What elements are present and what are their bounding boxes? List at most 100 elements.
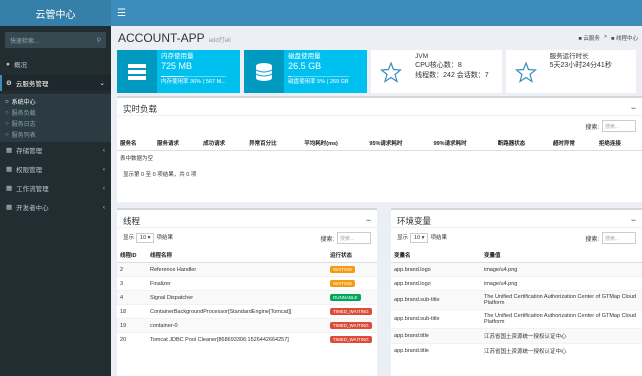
env-value: image/u4.png: [481, 276, 642, 291]
star-icon: [506, 50, 546, 93]
sidebar-item-overview[interactable]: ● 概况: [0, 56, 111, 72]
column-header[interactable]: 平均耗时(ms): [301, 136, 367, 151]
memory-stat-box: 内存使用量 725 MB 内存使用率 36% ( 567 M...: [117, 50, 241, 93]
panel-header: 环境变量 −: [391, 210, 642, 228]
column-header[interactable]: 变量名: [391, 248, 481, 263]
sidebar-item-label: 云服务管理: [15, 81, 49, 88]
panel-title: 线程: [123, 216, 141, 226]
panel-header: 线程 −: [117, 210, 377, 228]
dashboard-icon: ●: [6, 60, 10, 68]
stat-description: 磁盘使用率 5% ( 269 GB: [288, 79, 349, 86]
breadcrumb-label: 云服务: [583, 36, 600, 42]
top-navbar: ☰: [111, 0, 642, 26]
length-label: 显示: [123, 235, 135, 241]
submenu-label: 系统中心: [11, 100, 36, 106]
page-length-select[interactable]: 10 ▾: [410, 233, 429, 243]
status-badge: WAITING: [330, 280, 356, 287]
column-header[interactable]: 异常百分比: [246, 136, 302, 151]
collapse-icon[interactable]: −: [366, 215, 371, 225]
column-header[interactable]: 线程ID: [117, 248, 147, 263]
env-key: app.brand.logo: [391, 262, 481, 277]
page-length-select[interactable]: 10 ▾: [136, 233, 155, 243]
panel-title: 环境变量: [397, 216, 432, 226]
breadcrumb-item[interactable]: ■ 云服务: [579, 34, 600, 42]
column-header[interactable]: 运行状态: [327, 248, 377, 263]
column-header[interactable]: 变量值: [481, 248, 642, 263]
column-header[interactable]: 线程名称: [147, 248, 327, 263]
table-row: 19 container-0 TIMED_WAITING: [117, 318, 377, 333]
table-row: app.brand.title 江苏省国土资源统一授权认证中心: [391, 328, 642, 344]
submenu-item[interactable]: ○ 服务负载: [5, 107, 111, 118]
submenu-label: 服务日志: [11, 122, 36, 128]
sidebar-item-storage[interactable]: ▦ 存储管理 ‹: [0, 142, 111, 158]
submenu-item[interactable]: ○ 服务日志: [5, 118, 111, 129]
status-badge: TIMED_WAITING: [330, 322, 372, 329]
threads-table: 线程ID 线程名称 运行状态 2 Reference Handler WAITING…: [117, 248, 377, 347]
column-header[interactable]: 成功请求: [200, 136, 247, 151]
column-header[interactable]: 95%请求耗时: [366, 136, 431, 151]
submenu-item[interactable]: ○ 系统中心: [5, 96, 111, 107]
thread-name: Signal Dispatcher: [147, 290, 327, 305]
env-value: 江苏省国土资源统一授权认证中心: [481, 343, 642, 358]
chevron-left-icon: ‹: [102, 203, 105, 211]
length-label: 显示: [397, 235, 409, 241]
grid-icon: ▦: [6, 204, 13, 211]
column-header[interactable]: 超时异常: [549, 136, 596, 151]
column-header[interactable]: 断路器状态: [494, 136, 550, 151]
env-key: app.brand.sub-title: [391, 309, 481, 329]
breadcrumb-item[interactable]: ■ 线程中心: [611, 34, 638, 42]
search-input[interactable]: 搜索...: [337, 232, 371, 244]
table-row: app.brand.sub-title The Unified Certifica…: [391, 309, 642, 329]
sidebar-item-cloud[interactable]: ⚙ 云服务管理 ⌄: [0, 75, 111, 91]
column-header[interactable]: 99%请求耗时: [430, 136, 495, 151]
breadcrumb-label: 线程中心: [615, 36, 638, 42]
search-label: 搜索:: [320, 236, 334, 243]
stat-label: 磁盘使用量: [288, 53, 321, 60]
env-panel: 环境变量 − 显示 10 ▾ 项结果 搜索: 搜索... 变量名 变量值 app.bra…: [391, 208, 642, 376]
thread-name: Finalizer: [147, 276, 327, 291]
env-key: app.brand.logo: [391, 276, 481, 291]
stat-label: 服务运行时长: [549, 53, 589, 60]
search-input[interactable]: 搜索...: [602, 120, 636, 132]
column-header[interactable]: 服务请求: [154, 136, 201, 151]
length-suffix: 项结果: [430, 235, 447, 241]
table-row: 18 ContainerBackgroundProcessor[StandardE…: [117, 304, 377, 319]
env-key: app.brand.sub-title: [391, 290, 481, 310]
search-input[interactable]: 搜索...: [602, 232, 636, 244]
submenu-item[interactable]: ○ 服务列表: [5, 129, 111, 140]
collapse-icon[interactable]: −: [631, 103, 636, 113]
sidebar-item-permission[interactable]: ▦ 权限管理 ‹: [0, 161, 111, 177]
chevron-left-icon: ‹: [102, 146, 105, 154]
sidebar-search[interactable]: 快速检索... ⚲: [5, 32, 106, 48]
jvm-stat-box: JVM CPU核心数：8 线程数：242 会话数：7: [371, 50, 502, 93]
menu-toggle-icon[interactable]: ☰: [117, 8, 126, 19]
submenu: ○ 系统中心 ○ 服务负载 ○ 服务日志 ○ 服务列表: [0, 94, 111, 142]
table-info: 显示第 0 至 0 项结果，共 0 项: [123, 172, 197, 178]
thread-id: 20: [117, 332, 147, 347]
brand-logo[interactable]: 云管中心: [0, 0, 111, 26]
main-content: ACCOUNT-APP add打ell ■ 云服务 > ■ 线程中心 内存使用量…: [111, 26, 642, 376]
star-icon: [371, 50, 411, 93]
column-header[interactable]: 拒绝连接: [595, 136, 642, 151]
submenu-label: 服务负载: [11, 111, 36, 117]
stat-label: 内存使用量: [161, 53, 194, 60]
env-value: The Unified Certification Authorization …: [481, 309, 642, 329]
stat-description: 内存使用率 36% ( 567 M...: [161, 79, 226, 86]
length-suffix: 项结果: [156, 235, 173, 241]
grid-icon: ▦: [6, 185, 13, 192]
sidebar-search-input[interactable]: 快速检索...: [10, 36, 39, 45]
collapse-icon[interactable]: −: [631, 215, 636, 225]
thread-name: Reference Handler: [147, 262, 327, 277]
page-header: ACCOUNT-APP add打ell: [111, 26, 642, 48]
sidebar-item-developer[interactable]: ▦ 开发者中心 ‹: [0, 199, 111, 215]
search-icon[interactable]: ⚲: [97, 37, 101, 44]
submenu-label: 服务列表: [11, 133, 36, 139]
panel-header: 实时负载 −: [117, 98, 642, 116]
column-header[interactable]: 服务名: [117, 136, 155, 151]
sidebar-item-workflow[interactable]: ▦ 工作流管理 ‹: [0, 180, 111, 196]
panel-title: 实时负载: [123, 104, 158, 114]
grid-icon: ▦: [6, 147, 13, 154]
server-icon: [117, 50, 157, 93]
page-subtitle: add打ell: [208, 38, 231, 44]
sidebar: 云管中心 快速检索... ⚲ ● 概况 ⚙ 云服务管理 ⌄ ○ 系统中心 ○ 服务负载…: [0, 0, 111, 376]
